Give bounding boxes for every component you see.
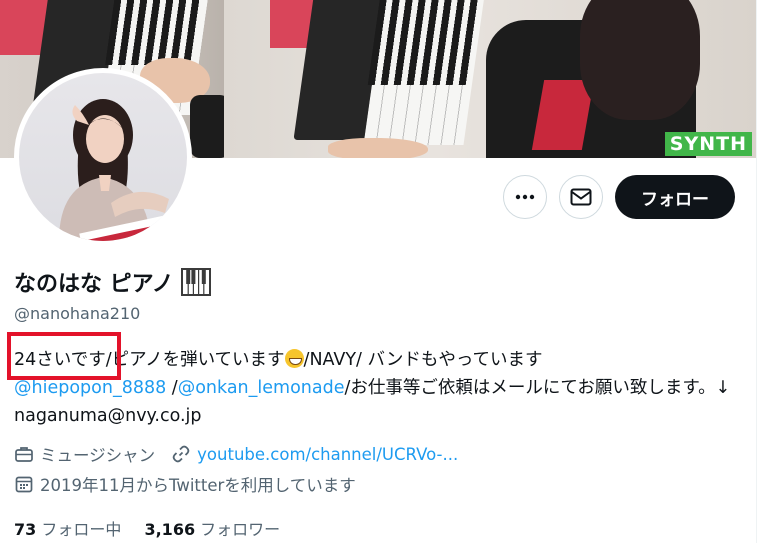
profile-website-link[interactable]: youtube.com/channel/UCRVo-...: [197, 445, 458, 464]
user-handle: @nanohana210: [14, 304, 141, 323]
display-name-text: なのはな ピアノ: [14, 272, 174, 297]
profile-joined-row: 2019年11月からTwitterを利用しています: [14, 472, 356, 496]
banner-panel-right: SYNTH: [224, 0, 756, 158]
synth-logo: SYNTH: [664, 132, 752, 156]
calendar-icon: [15, 476, 33, 493]
avatar-illustration: [59, 99, 187, 241]
following-label: フォロー中: [41, 520, 122, 539]
mail-icon: [570, 188, 592, 206]
joined-date: 2019年11月からTwitterを利用しています: [40, 476, 356, 495]
link-icon: [172, 445, 190, 463]
profile-category: ミュージシャン: [40, 446, 156, 465]
bio-separator: /: [166, 378, 178, 398]
following-count: 73: [14, 520, 37, 539]
mention-link[interactable]: @hiepopon_8888: [14, 378, 166, 398]
avatar[interactable]: [14, 68, 192, 246]
hand: [328, 138, 428, 158]
followers-link[interactable]: 3,166 フォロワー: [144, 520, 280, 539]
more-dots-icon: [515, 194, 535, 200]
bio-text: /NAVY/ バンドもやっています: [303, 350, 543, 370]
followers-label: フォロワー: [200, 520, 281, 539]
follow-stats: 73 フォロー中 3,166 フォロワー: [14, 516, 280, 540]
mention-link[interactable]: @onkan_lemonade: [178, 378, 345, 398]
highlight-box: [7, 332, 121, 380]
display-name: なのはな ピアノ: [14, 266, 212, 298]
message-button[interactable]: [559, 175, 603, 219]
column-border: [756, 0, 757, 543]
synth-black-keys: [105, 0, 205, 65]
piano-keys-icon: [180, 268, 211, 296]
more-button[interactable]: [503, 175, 547, 219]
followers-count: 3,166: [144, 520, 196, 539]
profile-meta-row: ミュージシャン youtube.com/channel/UCRVo-...: [14, 442, 458, 466]
profile-bio: 24さいです/ピアノを弾いています/NAVY/ バンドもやっています @hiep…: [14, 346, 744, 430]
grinning-face-icon: [284, 349, 304, 368]
following-link[interactable]: 73 フォロー中: [14, 520, 121, 539]
hair: [580, 0, 700, 120]
avatar-photo: [19, 73, 187, 241]
briefcase-icon: [15, 447, 33, 462]
follow-button[interactable]: フォロー: [615, 175, 735, 219]
synth-black-keys: [367, 0, 481, 85]
